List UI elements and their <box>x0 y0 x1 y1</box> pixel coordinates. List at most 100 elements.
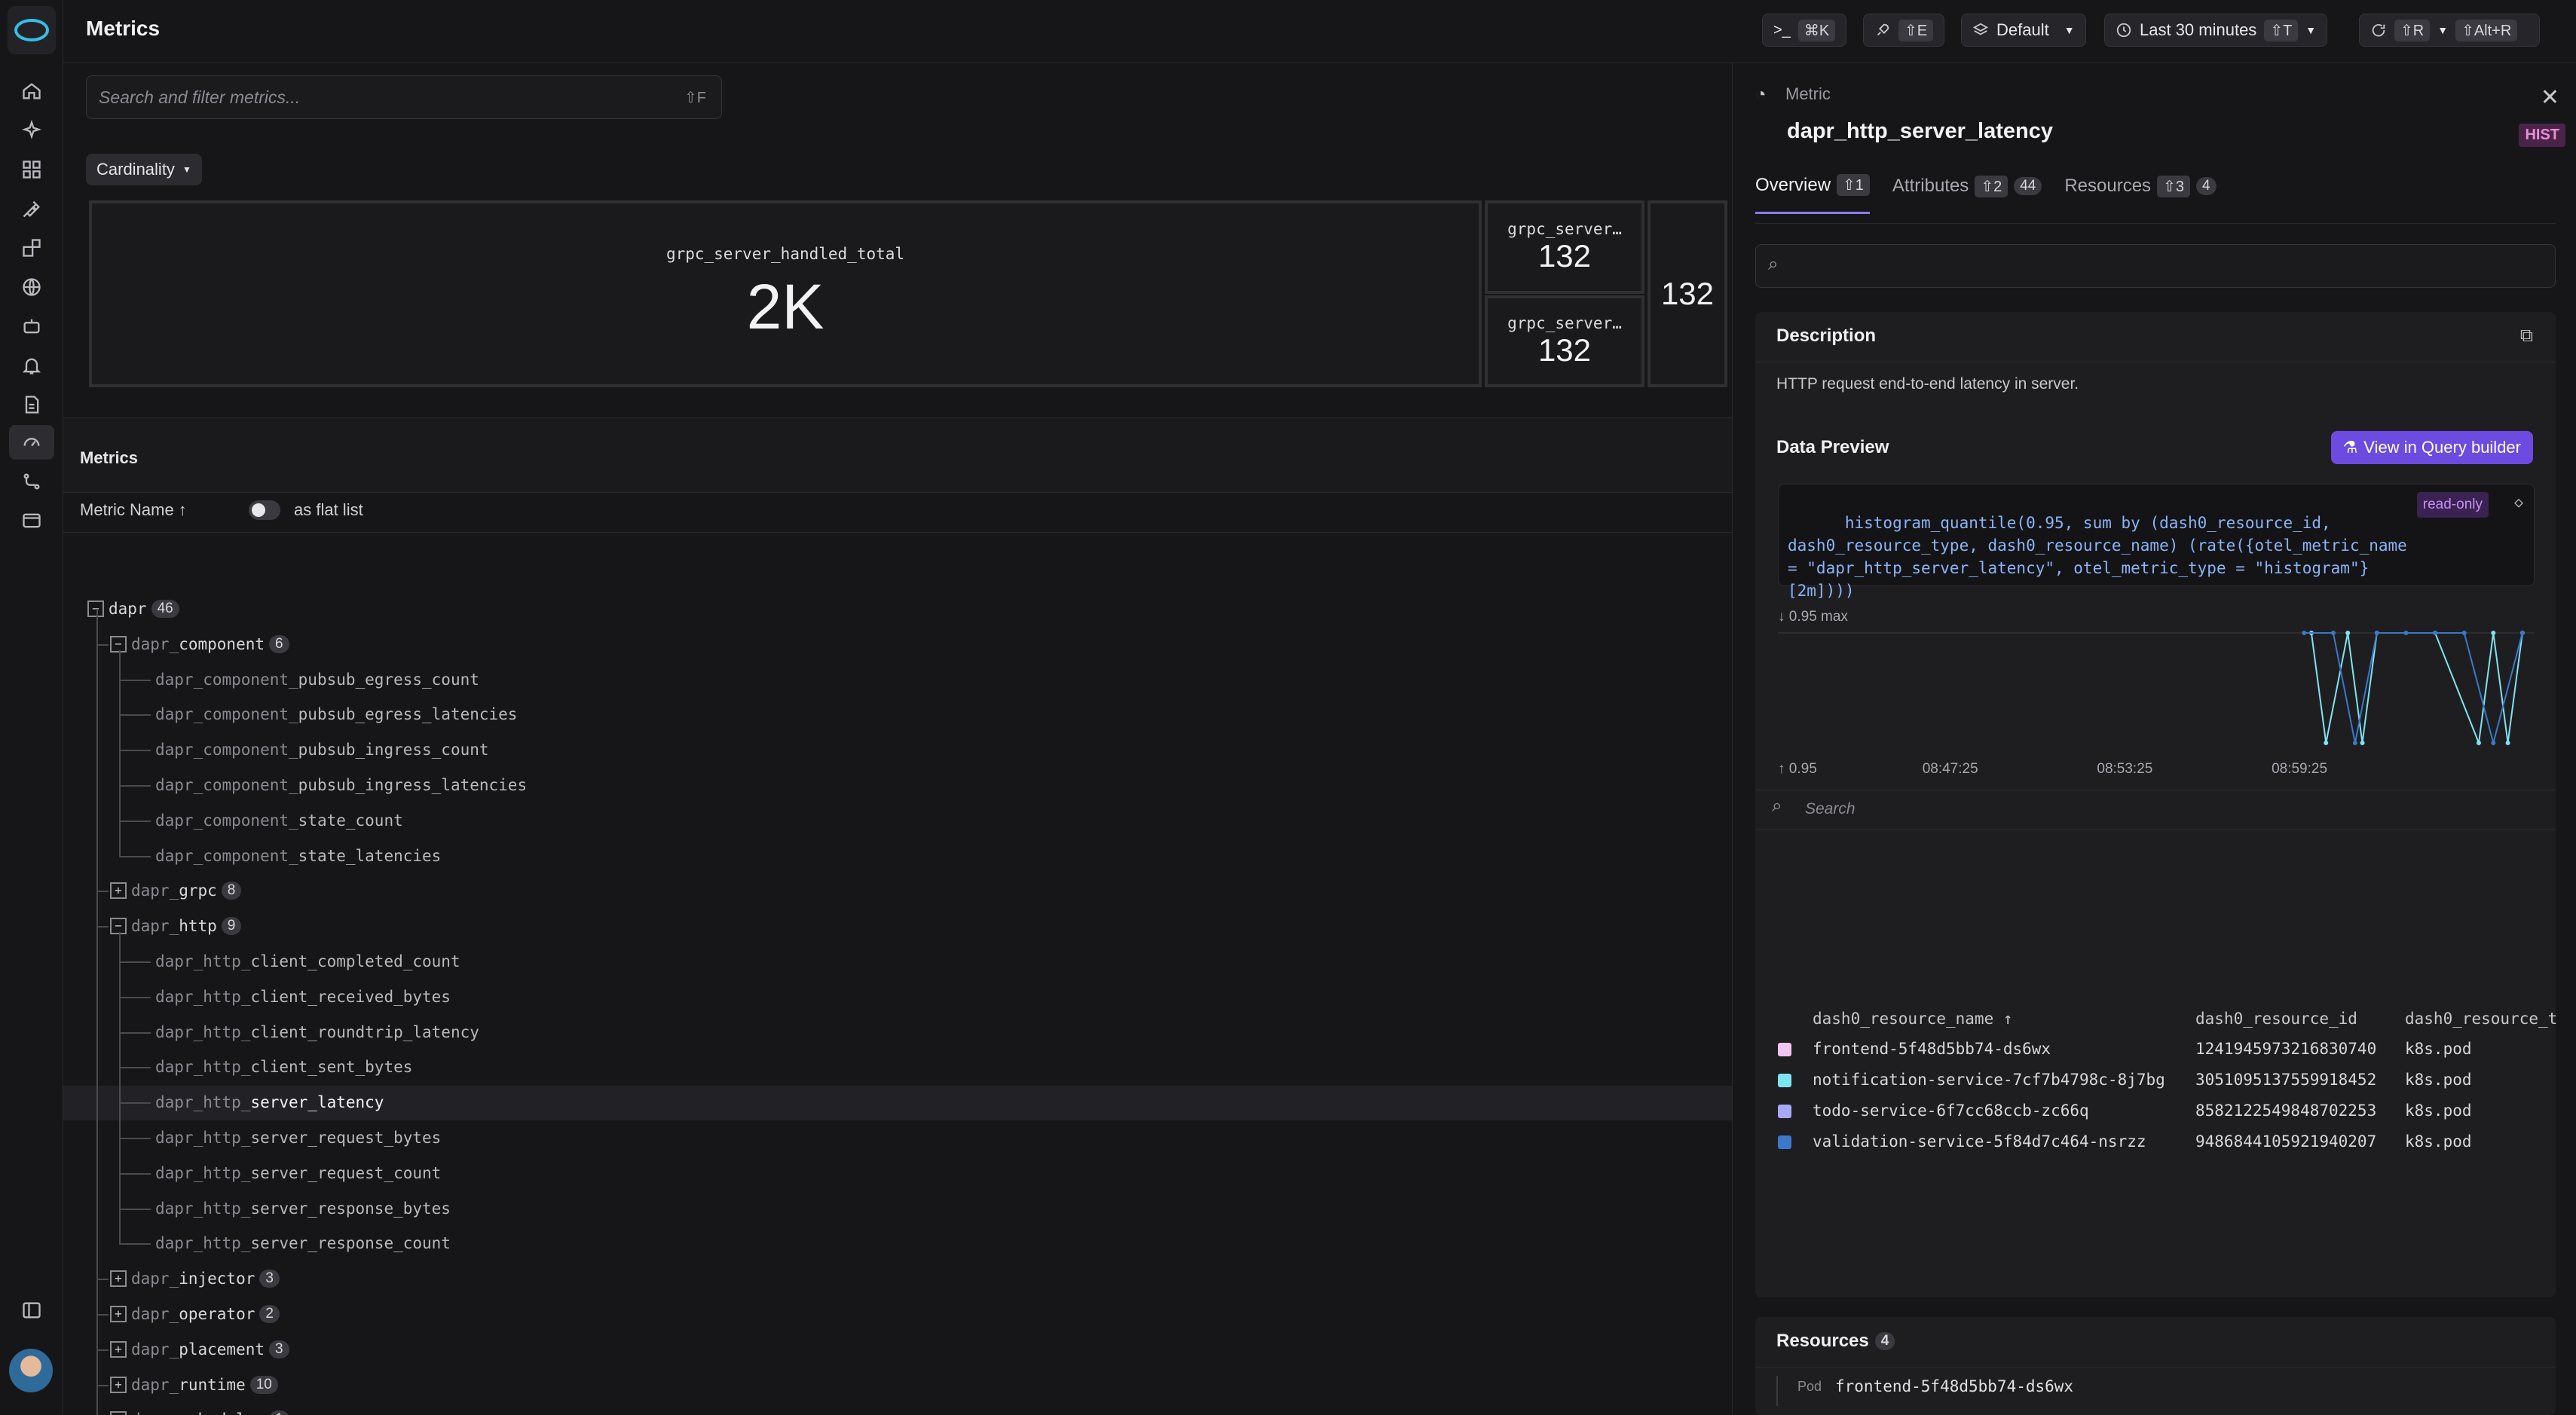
search-icon: ⌕ <box>1768 254 1779 274</box>
sparkle-icon[interactable] <box>9 113 54 148</box>
expand-icon[interactable]: + <box>110 1270 127 1288</box>
series-color-swatch[interactable] <box>1778 1105 1791 1118</box>
robot-icon[interactable] <box>9 309 54 344</box>
chart-point <box>2302 631 2307 635</box>
globe-icon[interactable] <box>9 270 54 304</box>
tree-item-label: dapr_operator <box>131 1305 255 1323</box>
tab-attributes[interactable]: Attributes ⇧2 44 <box>1892 169 2042 214</box>
tree-item[interactable]: dapr_http_server_request_count <box>63 1157 1732 1191</box>
data-preview-chart[interactable] <box>1778 625 2535 746</box>
expand-icon[interactable]: + <box>110 1340 127 1358</box>
tree-item[interactable]: dapr_http_server_response_bytes <box>63 1192 1732 1227</box>
metrics-gauge-icon[interactable] <box>9 425 54 460</box>
copy-icon[interactable]: ⧉ <box>2520 325 2533 347</box>
clock-icon <box>2116 23 2131 38</box>
chart-point <box>2403 631 2409 635</box>
tree-item-label: dapr_component_pubsub_ingress_count <box>155 741 489 759</box>
tree-item[interactable]: dapr_component_pubsub_egress_count <box>63 663 1732 698</box>
tree-group[interactable]: − dapr_component 6 <box>63 628 1732 662</box>
bell-icon[interactable] <box>9 348 54 383</box>
flat-list-label: as flat list <box>294 500 363 519</box>
tree-group[interactable]: + dapr_runtime 10 <box>63 1368 1732 1403</box>
tree-group[interactable]: + dapr_placement 3 <box>63 1333 1732 1368</box>
tree-group[interactable]: − dapr_http 9 <box>63 909 1732 944</box>
tree-item[interactable]: dapr_http_client_roundtrip_latency <box>63 1016 1732 1050</box>
collapse-icon[interactable]: − <box>110 635 127 652</box>
page-title: Metrics <box>86 17 161 40</box>
view-in-query-builder-button[interactable]: ⚗ View in Query builder <box>2330 431 2533 464</box>
traces-icon[interactable] <box>9 464 54 499</box>
learn-icon[interactable]: ◇ <box>2514 491 2523 513</box>
tree-item[interactable]: dapr_http_client_sent_bytes <box>63 1050 1732 1085</box>
query-code: histogram_quantile(0.95, sum by (dash0_r… <box>1778 484 2535 600</box>
collapse-icon[interactable]: − <box>110 918 127 935</box>
table-cell: todo-service-6f7cc68ccb-zc66q <box>1813 1102 2089 1120</box>
column-header-resource-type[interactable]: dash0_resource_t <box>2405 1010 2557 1028</box>
tree-item[interactable]: dapr_component_state_latencies <box>63 839 1732 874</box>
tree-item[interactable]: dapr_http_server_latency <box>63 1086 1732 1121</box>
dashboard-icon[interactable] <box>9 152 54 187</box>
tree-group[interactable]: + dapr_injector 3 <box>63 1262 1732 1297</box>
expand-icon[interactable]: + <box>110 1306 127 1322</box>
collapse-icon[interactable]: − <box>87 601 104 617</box>
series-color-swatch[interactable] <box>1778 1043 1791 1056</box>
cardinality-dropdown[interactable]: Cardinality ▼ <box>86 154 202 185</box>
tree-item[interactable]: dapr_component_state_count <box>63 804 1732 839</box>
tree-group[interactable]: − dapr 46 <box>63 592 1732 627</box>
treemap-tile[interactable]: 132 <box>1647 200 1727 387</box>
tree-item[interactable]: dapr_component_pubsub_ingress_count <box>63 733 1732 768</box>
table-cell: notification-service-7cf7b4798c-8j7bg <box>1813 1071 2165 1089</box>
chevron-down-icon: ▼ <box>2064 24 2075 36</box>
table-cell: k8s.pod <box>2405 1040 2472 1058</box>
command-palette-button[interactable]: >_ ⌘K <box>1762 14 1847 47</box>
tree-item-label: dapr_component_state_count <box>155 811 403 830</box>
tree-item-label: dapr_http_client_received_bytes <box>155 987 451 1006</box>
browser-icon[interactable] <box>9 503 54 538</box>
tree-item[interactable]: dapr_http_server_response_count <box>63 1227 1732 1261</box>
table-search-input[interactable]: Search <box>1805 800 1856 818</box>
tree-item[interactable]: dapr_http_server_request_bytes <box>63 1121 1732 1156</box>
treemap-tile[interactable]: grpc_server… 132 <box>1485 295 1644 387</box>
tree-item[interactable]: dapr_component_pubsub_egress_latencies <box>63 698 1732 732</box>
tree-group[interactable]: + dapr_operator 2 <box>63 1297 1732 1332</box>
expand-icon[interactable]: + <box>110 882 127 900</box>
home-icon[interactable] <box>9 74 54 108</box>
series-color-swatch[interactable] <box>1778 1135 1791 1149</box>
table-cell: k8s.pod <box>2405 1132 2472 1151</box>
logs-icon[interactable] <box>9 387 54 422</box>
plug-icon[interactable] <box>9 191 54 226</box>
detail-search-input[interactable]: ⌕ <box>1755 244 2556 288</box>
sidebar-toggle-icon[interactable] <box>9 1293 54 1328</box>
tree-group[interactable]: + dapr_scheduler 1 <box>63 1403 1732 1415</box>
table-cell: 3051095137559918452 <box>2195 1071 2377 1089</box>
time-range-select[interactable]: Last 30 minutes ⇧T ▼ <box>2104 14 2328 47</box>
treemap-tile[interactable]: grpc_server_handled_total 2K <box>89 200 1482 387</box>
chart-point <box>2433 631 2438 635</box>
tab-resources[interactable]: Resources ⇧3 4 <box>2064 169 2217 214</box>
flat-list-toggle[interactable] <box>249 500 280 520</box>
explore-button[interactable]: ⇧E <box>1863 14 1945 47</box>
integrations-icon[interactable] <box>9 231 54 265</box>
tree-item[interactable]: dapr_component_pubsub_ingress_latencies <box>63 769 1732 803</box>
app-logo[interactable] <box>8 6 56 54</box>
avatar[interactable] <box>9 1349 53 1392</box>
chart-series-line <box>2310 632 2523 746</box>
chart-point <box>2519 631 2525 635</box>
column-header-resource-name[interactable]: dash0_resource_name ↑ <box>1813 1010 2013 1028</box>
refresh-button[interactable]: ⇧R ▼ ⇧Alt+R <box>2359 14 2540 47</box>
tree-group[interactable]: + dapr_grpc 8 <box>63 874 1732 909</box>
expand-icon[interactable]: + <box>110 1376 127 1393</box>
close-icon[interactable]: ✕ <box>2541 84 2559 111</box>
view-select[interactable]: Default ▼ <box>1961 14 2086 47</box>
series-color-swatch[interactable] <box>1778 1074 1791 1087</box>
expand-icon[interactable]: + <box>110 1411 127 1415</box>
resource-item[interactable]: frontend-5f48d5bb74-ds6wx <box>1835 1377 2073 1395</box>
search-input[interactable]: Search and filter metrics... ⇧F <box>86 75 722 119</box>
read-only-badge: read-only <box>2416 492 2489 518</box>
metric-name-column-header[interactable]: Metric Name ↑ <box>80 500 187 520</box>
column-header-resource-id[interactable]: dash0_resource_id <box>2195 1010 2357 1028</box>
tree-item[interactable]: dapr_http_client_completed_count <box>63 945 1732 979</box>
tree-item[interactable]: dapr_http_client_received_bytes <box>63 980 1732 1015</box>
tab-overview[interactable]: Overview ⇧1 <box>1755 169 1870 214</box>
treemap-tile[interactable]: grpc_server… 132 <box>1485 200 1644 294</box>
